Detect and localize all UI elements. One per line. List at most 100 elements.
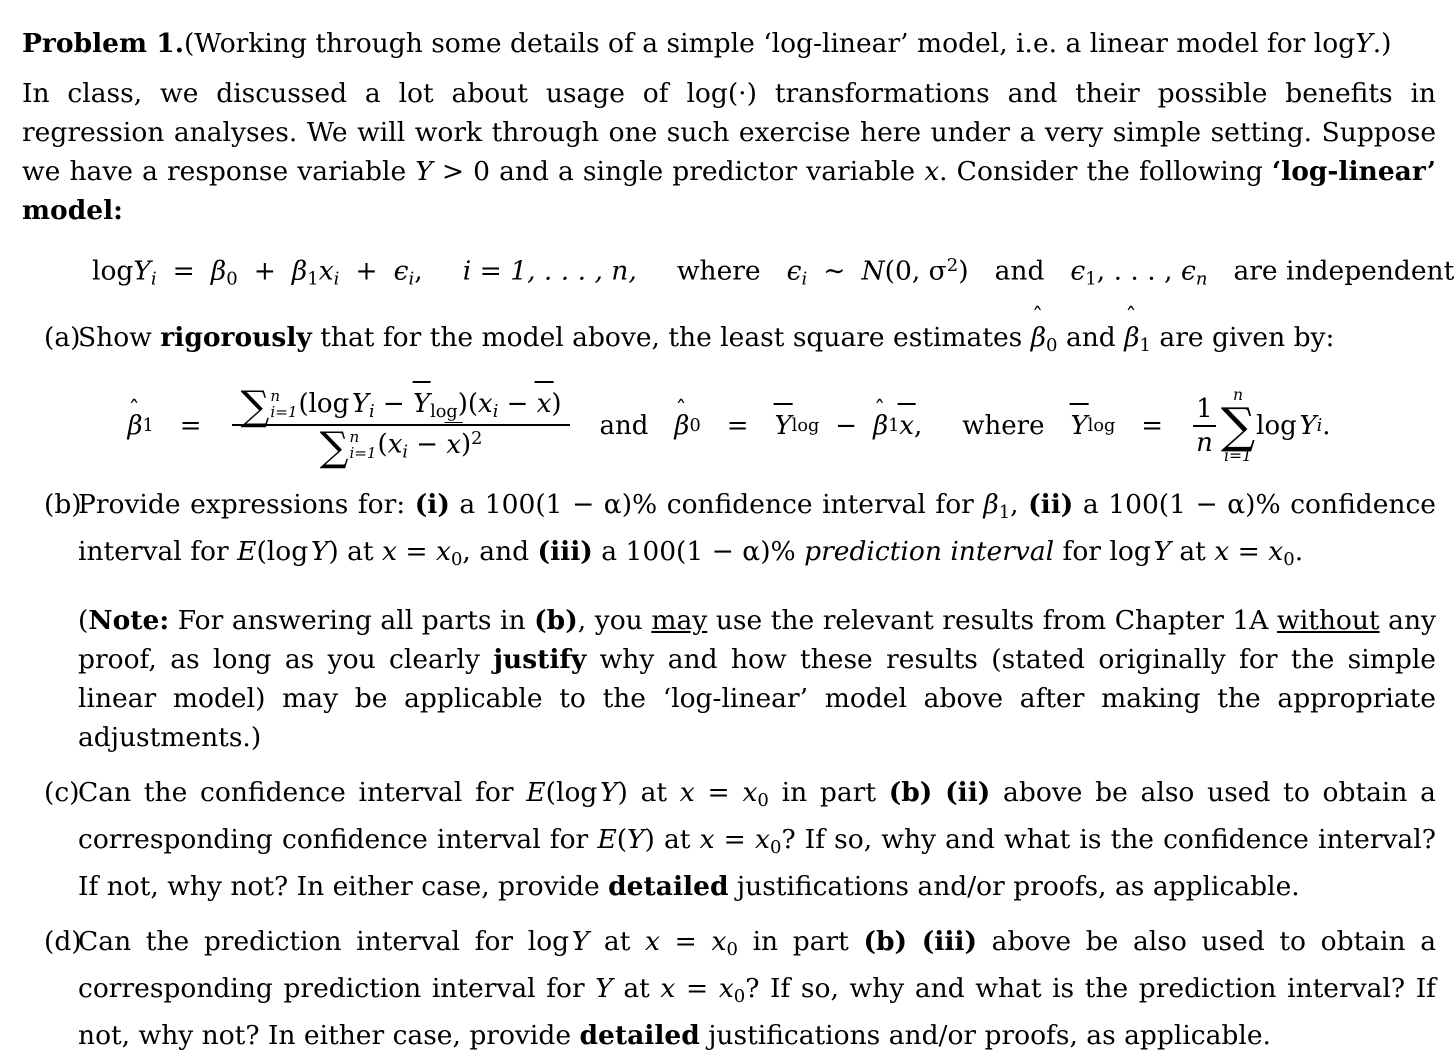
- item-b-label: (b): [44, 489, 82, 521]
- item-a-text-4: are given by:: [1151, 321, 1335, 353]
- item-b-alpha-expr-2: 100(1 − α)%: [1108, 489, 1281, 521]
- model-N: N: [861, 255, 885, 287]
- item-b-note: (Note: For answering all parts in (b), y…: [78, 601, 1436, 757]
- model-plus-2: +: [355, 255, 378, 287]
- formula-log-2: log: [1256, 410, 1297, 441]
- item-b-t3: confidence interval for: [657, 489, 984, 521]
- item-d-label: (d): [44, 926, 82, 958]
- note-underline-without: without: [1277, 605, 1380, 637]
- item-c-x0-2: x: [755, 824, 770, 856]
- item-b-t9: a: [592, 536, 626, 568]
- item-d-t4: [907, 926, 922, 957]
- formula-beta1-sub: 1: [142, 415, 154, 436]
- formula-den-close: ): [461, 429, 472, 460]
- model-eps-dots: , . . . ,: [1096, 255, 1181, 287]
- formula-den-open: (: [377, 429, 388, 460]
- model-log: log: [92, 255, 134, 287]
- item-d-eq-2: =: [685, 973, 709, 1005]
- item-c-eq: =: [707, 777, 730, 809]
- item-b-t8: , and: [462, 536, 538, 568]
- formula-den-minus: −: [416, 429, 439, 460]
- item-d-body: Can the prediction interval for log Y at…: [78, 922, 1436, 1055]
- item-d-x0: x: [711, 926, 727, 958]
- item-b-eq: =: [405, 536, 428, 568]
- formula-big-sum: n ∑ i=1: [1220, 386, 1256, 466]
- formula-beta1-hat-2: ˆβ: [873, 397, 889, 441]
- item-c-t3: in part: [768, 777, 889, 809]
- item-c-x0-sub: 0: [757, 790, 769, 812]
- item-b-t12: at: [1170, 536, 1215, 568]
- item-b-E-close: ): [328, 536, 339, 568]
- item-b-t4: ,: [1010, 489, 1029, 521]
- item-b: (b) Provide expressions for: (i) a 100(1…: [22, 485, 1436, 757]
- item-b-beta1-sub: 1: [998, 502, 1011, 524]
- formula-den-x: x: [387, 429, 403, 460]
- item-b-x0-2-sub: 0: [1283, 549, 1295, 571]
- formula-Y-2: Y: [1299, 410, 1317, 441]
- item-c-x0: x: [742, 777, 758, 809]
- item-c-E-2-open: (: [616, 824, 628, 856]
- note-t1: For answering all parts in: [169, 605, 535, 637]
- item-a-text-1: Show: [78, 321, 161, 353]
- formula-den-x-sub: i: [402, 442, 409, 463]
- model-Y: Y: [133, 255, 151, 287]
- item-b-x: x: [381, 536, 397, 568]
- model-where-1: where: [676, 255, 761, 287]
- item-c-bold-detailed: detailed: [608, 871, 729, 903]
- formula-big-sum-sigma: ∑: [1220, 397, 1256, 454]
- model-x-sub: i: [333, 268, 340, 290]
- note-label: Note:: [88, 605, 170, 637]
- formula-den-sum: ∑ n i=1: [319, 422, 377, 470]
- item-d-t1: Can the prediction interval for: [78, 926, 528, 958]
- item-c-ref-b: (b): [888, 777, 933, 809]
- item-b-t13: .: [1294, 536, 1304, 568]
- item-c-t8: justifications and/or proofs, as applica…: [728, 871, 1300, 903]
- formula-Ybar-2: Y: [773, 403, 793, 441]
- item-c-body: Can the confidence interval for E(log Y)…: [78, 773, 1436, 906]
- item-a-label: (a): [44, 321, 81, 353]
- formula-minus-3: −: [835, 410, 858, 441]
- formula-equals-1: =: [179, 410, 202, 441]
- formula-num-sum: ∑ n i=1: [240, 382, 298, 430]
- model-sigma-sup: 2: [946, 255, 959, 276]
- item-b-x-2: x: [1214, 536, 1230, 568]
- item-d-x0-2-sub: 0: [733, 986, 746, 1008]
- formula-where: where: [962, 410, 1045, 441]
- item-b-roman-iii: (iii): [537, 536, 593, 568]
- item-c-x: x: [679, 777, 695, 809]
- item-c-ref-ii: (ii): [945, 777, 991, 809]
- document-page: Problem 1.(Working through some details …: [0, 0, 1454, 1051]
- item-a-beta1-sub: 1: [1139, 334, 1151, 356]
- note-underline-may: may: [651, 605, 708, 637]
- item-b-roman-ii: (ii): [1028, 489, 1074, 521]
- item-b-italic-prediction-interval: prediction interval: [804, 536, 1055, 568]
- formula-one-over-n-den: n: [1196, 427, 1213, 458]
- item-c-t1: Can the confidence interval for: [78, 777, 527, 809]
- item-b-x0: x: [436, 536, 451, 568]
- item-c-E-close: ): [617, 777, 628, 809]
- model-plus-1: +: [253, 255, 276, 287]
- formula-Ybar-2-sub: log: [791, 415, 820, 436]
- item-d-x0-2: x: [718, 973, 734, 1005]
- item-a-text-3: and: [1057, 321, 1125, 353]
- model-eps-list-n: ϵ: [1180, 255, 1196, 287]
- item-a-bold-rigorously: rigorously: [160, 321, 312, 353]
- item-b-t10: [796, 536, 804, 567]
- item-d-t6: at: [612, 973, 661, 1005]
- intro-Y: Y: [415, 156, 433, 187]
- model-beta0: β: [210, 255, 227, 287]
- item-c-x-2: x: [699, 824, 715, 856]
- model-and: and: [994, 255, 1045, 287]
- item-c-x0-2-sub: 0: [769, 837, 782, 859]
- formula-Ybar-3: Y: [1069, 403, 1089, 441]
- intro-gt-zero: > 0: [441, 156, 491, 187]
- note-open-paren: (: [78, 605, 89, 637]
- item-a: (a) Show rigorously that for the model a…: [22, 306, 1436, 365]
- item-c-E-2-close: ): [644, 824, 655, 856]
- item-a-body: Show rigorously that for the model above…: [78, 306, 1436, 365]
- item-b-t5: a: [1073, 489, 1109, 521]
- item-d-Y: Y: [571, 926, 590, 958]
- formula-one-over-n-num: 1: [1196, 394, 1213, 425]
- item-c-E-open: (log: [545, 777, 598, 809]
- formula-num-Ybar-sub: log: [430, 401, 458, 422]
